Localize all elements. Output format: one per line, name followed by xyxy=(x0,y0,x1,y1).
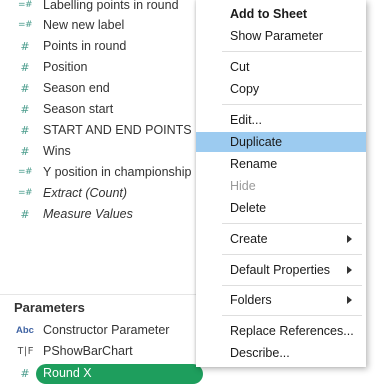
menu-separator xyxy=(222,254,362,255)
menu-item-label: Cut xyxy=(230,60,250,74)
parameters-section-header: Parameters xyxy=(14,300,85,315)
menu-item-label: Show Parameter xyxy=(230,29,324,43)
section-divider xyxy=(0,294,205,295)
menu-item-label: Create xyxy=(230,232,268,246)
calculated-measure-icon: =# xyxy=(17,188,33,198)
menu-item-delete[interactable]: Delete xyxy=(196,198,366,218)
calculated-measure-icon: =# xyxy=(17,167,33,177)
parameter-label: Constructor Parameter xyxy=(43,323,170,337)
menu-item-show-parameter[interactable]: Show Parameter xyxy=(196,26,366,46)
menu-item-label: Copy xyxy=(230,82,260,96)
parameter-label: PShowBarChart xyxy=(43,344,133,358)
field-item[interactable]: # Measure Values xyxy=(0,204,205,225)
menu-separator xyxy=(222,51,362,52)
parameter-label: Round X xyxy=(43,366,92,380)
field-item[interactable]: # START AND END POINTS xyxy=(0,120,205,141)
menu-item-label: Folders xyxy=(230,293,272,307)
data-pane-field-list: =# Labelling points in round =# New new … xyxy=(0,0,205,385)
field-label: Measure Values xyxy=(43,207,133,221)
field-item[interactable]: # Points in round xyxy=(0,36,205,57)
field-label: Season end xyxy=(43,81,110,95)
number-type-icon: # xyxy=(20,367,30,380)
field-label: Extract (Count) xyxy=(43,186,128,200)
field-label: New new label xyxy=(43,18,125,32)
calculated-measure-icon: =# xyxy=(17,20,33,30)
field-item[interactable]: # Position xyxy=(0,57,205,78)
app-root: =# Labelling points in round =# New new … xyxy=(0,0,377,385)
field-item[interactable]: =# Y position in championship xyxy=(0,162,205,183)
parameter-item[interactable]: Abc Constructor Parameter xyxy=(0,320,205,341)
measure-icon: # xyxy=(20,82,30,95)
menu-item-hide: Hide xyxy=(196,176,366,196)
field-label: Wins xyxy=(43,144,71,158)
menu-item-describe[interactable]: Describe... xyxy=(196,343,366,363)
menu-item-replace-references[interactable]: Replace References... xyxy=(196,321,366,341)
field-label: Position xyxy=(43,60,88,74)
measure-icon: # xyxy=(20,61,30,74)
field-item[interactable]: # Season end xyxy=(0,78,205,99)
field-label: Points in round xyxy=(43,39,127,53)
menu-item-label: Delete xyxy=(230,201,267,215)
boolean-type-icon: T|F xyxy=(17,346,33,357)
submenu-arrow-icon xyxy=(347,296,352,304)
parameter-item-selected[interactable]: # Round X xyxy=(0,363,205,384)
field-label: Y position in championship xyxy=(43,165,192,179)
measure-icon: # xyxy=(20,40,30,53)
parameter-item[interactable]: T|F PShowBarChart xyxy=(0,341,205,362)
submenu-arrow-icon xyxy=(347,266,352,274)
field-item[interactable]: =# Labelling points in round xyxy=(0,0,205,16)
menu-separator xyxy=(222,285,362,286)
menu-separator xyxy=(222,315,362,316)
menu-item-add-to-sheet[interactable]: Add to Sheet xyxy=(196,4,366,24)
menu-item-rename[interactable]: Rename xyxy=(196,154,366,174)
menu-item-edit[interactable]: Edit... xyxy=(196,110,366,130)
menu-item-label: Replace References... xyxy=(230,324,354,338)
field-label: START AND END POINTS xyxy=(43,123,192,137)
menu-item-label: Describe... xyxy=(230,346,290,360)
menu-item-copy[interactable]: Copy xyxy=(196,79,366,99)
measure-icon: # xyxy=(20,103,30,116)
string-type-icon: Abc xyxy=(16,325,34,336)
measure-icon: # xyxy=(20,145,30,158)
menu-item-duplicate[interactable]: Duplicate xyxy=(196,132,366,152)
field-item[interactable]: =# Extract (Count) xyxy=(0,183,205,204)
menu-item-label: Edit... xyxy=(230,113,262,127)
field-item[interactable]: # Wins xyxy=(0,141,205,162)
menu-item-cut[interactable]: Cut xyxy=(196,57,366,77)
menu-item-label: Add to Sheet xyxy=(230,7,308,21)
context-menu: Add to Sheet Show Parameter Cut Copy Edi… xyxy=(196,0,366,367)
submenu-arrow-icon xyxy=(347,235,352,243)
menu-item-label: Rename xyxy=(230,157,278,171)
calculated-measure-icon: =# xyxy=(17,0,33,10)
menu-item-label: Hide xyxy=(230,179,256,193)
menu-separator xyxy=(222,104,362,105)
menu-item-label: Duplicate xyxy=(230,135,283,149)
field-item[interactable]: =# New new label xyxy=(0,15,205,36)
field-label: Labelling points in round xyxy=(43,0,179,12)
menu-item-default-properties[interactable]: Default Properties xyxy=(196,260,366,280)
measure-icon: # xyxy=(20,124,30,137)
menu-item-create[interactable]: Create xyxy=(196,229,366,249)
menu-separator xyxy=(222,223,362,224)
menu-item-folders[interactable]: Folders xyxy=(196,290,366,310)
menu-item-label: Default Properties xyxy=(230,263,331,277)
measure-icon: # xyxy=(20,208,30,221)
field-item[interactable]: # Season start xyxy=(0,99,205,120)
field-label: Season start xyxy=(43,102,114,116)
